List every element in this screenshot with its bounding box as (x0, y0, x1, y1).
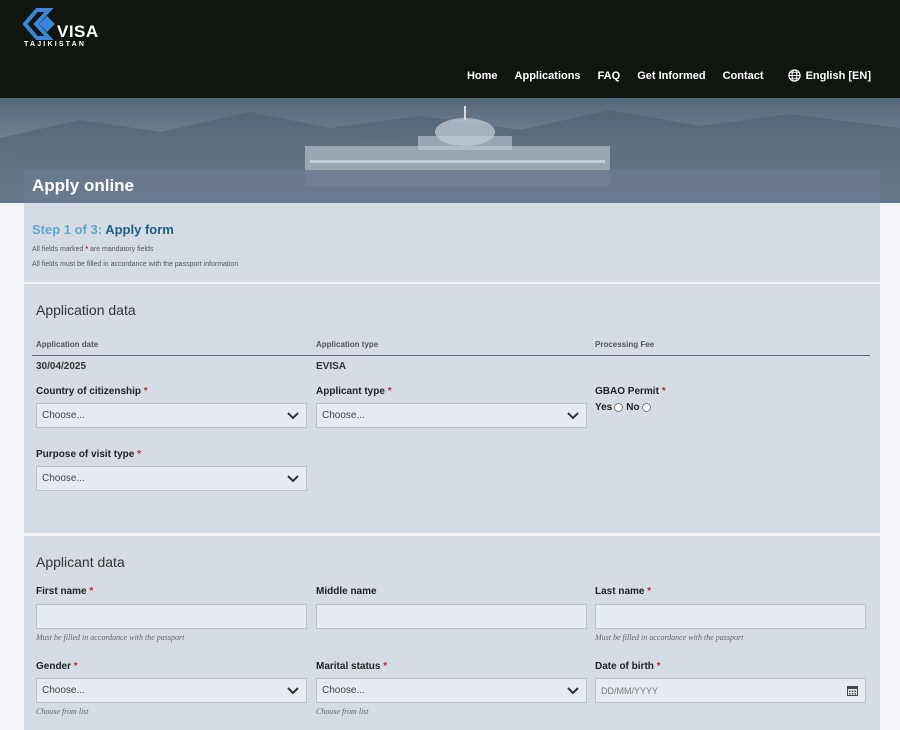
required-star: * (143, 386, 148, 397)
date-of-birth-input[interactable]: DD/MM/YYYY (595, 678, 866, 703)
required-star: * (661, 386, 666, 397)
chevron-down-icon (287, 412, 299, 420)
last-name-label: Last name * (595, 586, 651, 597)
purpose-select-value: Choose... (42, 473, 85, 484)
marital-label-text: Marital status (316, 661, 381, 672)
applicant-type-select[interactable]: Choose... (316, 403, 587, 428)
gbao-yes-radio[interactable] (614, 403, 624, 412)
gender-select-value: Choose... (42, 685, 85, 696)
gender-hint: Choose from list (36, 707, 89, 716)
gbao-no-radio[interactable] (641, 403, 651, 412)
evisa-logo-icon (23, 8, 55, 40)
chevron-down-icon (287, 687, 299, 695)
marital-status-label: Marital status * (316, 661, 387, 672)
middle-name-label: Middle name (316, 586, 377, 597)
required-star: * (647, 586, 652, 597)
marital-status-hint: Choose from list (316, 707, 369, 716)
passport-note: All fields must be filled in accordance … (32, 261, 239, 268)
dob-placeholder: DD/MM/YYYY (601, 686, 659, 696)
col-head-processing-fee: Processing Fee (595, 340, 655, 349)
section-title-applicant-data: Applicant data (36, 554, 125, 570)
logo-wordmark: VISA (57, 22, 99, 41)
col-head-application-type: Application type (316, 340, 379, 349)
gbao-no-label: No (626, 402, 640, 413)
gbao-yes-label: Yes (595, 402, 613, 413)
apply-online-bar: Apply online (24, 170, 880, 203)
required-star: * (383, 661, 388, 672)
required-star: * (387, 386, 392, 397)
chevron-down-icon (567, 687, 579, 695)
application-data-panel: Application data Application date Applic… (24, 284, 880, 533)
first-name-hint: Must be filled in accordance with the pa… (36, 633, 185, 642)
nav-applications[interactable]: Applications (515, 70, 581, 82)
calendar-icon[interactable] (847, 686, 858, 696)
nav-get-informed[interactable]: Get Informed (637, 70, 705, 82)
site-logo[interactable]: VISA TAJIKISTAN (23, 8, 98, 52)
step-number: Step 1 of 3: (32, 222, 103, 237)
step-indicator: Step 1 of 3: Apply form (32, 222, 174, 237)
purpose-label: Purpose of visit type * (36, 449, 141, 460)
dob-label-text: Date of birth (595, 661, 654, 672)
mandatory-note-suffix: are mandatory fields (90, 246, 154, 253)
middle-name-label-text: Middle name (316, 586, 377, 597)
application-date-value: 30/04/2025 (36, 361, 87, 372)
gbao-permit-radios: Yes No (595, 402, 654, 413)
last-name-hint: Must be filled in accordance with the pa… (595, 633, 744, 642)
first-name-label: First name * (36, 586, 93, 597)
nav-contact[interactable]: Contact (723, 70, 764, 82)
gender-label-text: Gender (36, 661, 72, 672)
applicant-type-select-value: Choose... (322, 410, 365, 421)
last-name-label-text: Last name (595, 586, 645, 597)
divider (32, 355, 870, 356)
mandatory-note: All fields marked * are mandatory fields (32, 246, 153, 253)
top-header: VISA TAJIKISTAN Home Applications FAQ Ge… (0, 0, 900, 98)
required-star: * (137, 449, 142, 460)
first-name-label-text: First name (36, 586, 87, 597)
globe-icon (787, 69, 801, 82)
chevron-down-icon (287, 475, 299, 483)
required-star: * (656, 661, 661, 672)
gbao-permit-label: GBAO Permit * (595, 386, 666, 397)
marital-select-value: Choose... (322, 685, 365, 696)
middle-name-input[interactable] (316, 604, 587, 629)
country-select-value: Choose... (42, 410, 85, 421)
first-name-input[interactable] (36, 604, 307, 629)
gender-label: Gender * (36, 661, 78, 672)
step-panel: Step 1 of 3: Apply form All fields marke… (24, 203, 880, 282)
mandatory-note-prefix: All fields marked (32, 246, 84, 253)
applicant-data-panel: Applicant data First name * Must be fill… (24, 536, 880, 730)
applicant-type-label-text: Applicant type (316, 386, 385, 397)
required-star: * (73, 661, 78, 672)
country-label-text: Country of citizenship (36, 386, 141, 397)
required-star: * (89, 586, 94, 597)
applicant-type-label: Applicant type * (316, 386, 392, 397)
last-name-input[interactable] (595, 604, 866, 629)
required-star: * (85, 246, 89, 253)
purpose-label-text: Purpose of visit type (36, 449, 135, 460)
page-title: Apply online (32, 176, 134, 195)
section-title-application-data: Application data (36, 302, 136, 318)
language-selector[interactable]: English [EN] (787, 69, 871, 82)
country-label: Country of citizenship * (36, 386, 148, 397)
nav-faq[interactable]: FAQ (598, 70, 621, 82)
gender-select[interactable]: Choose... (36, 678, 307, 703)
nav-home[interactable]: Home (467, 70, 498, 82)
marital-status-select[interactable]: Choose... (316, 678, 587, 703)
language-code: [EN] (848, 69, 871, 82)
purpose-select[interactable]: Choose... (36, 466, 307, 491)
gbao-label-text: GBAO Permit (595, 386, 659, 397)
chevron-down-icon (567, 412, 579, 420)
logo-country: TAJIKISTAN (24, 41, 87, 48)
col-head-application-date: Application date (36, 340, 99, 349)
country-select[interactable]: Choose... (36, 403, 307, 428)
step-name: Apply form (105, 222, 174, 237)
application-type-value: EVISA (316, 361, 347, 372)
main-nav: Home Applications FAQ Get Informed Conta… (450, 69, 871, 82)
date-of-birth-label: Date of birth * (595, 661, 661, 672)
language-label: English (805, 69, 846, 82)
